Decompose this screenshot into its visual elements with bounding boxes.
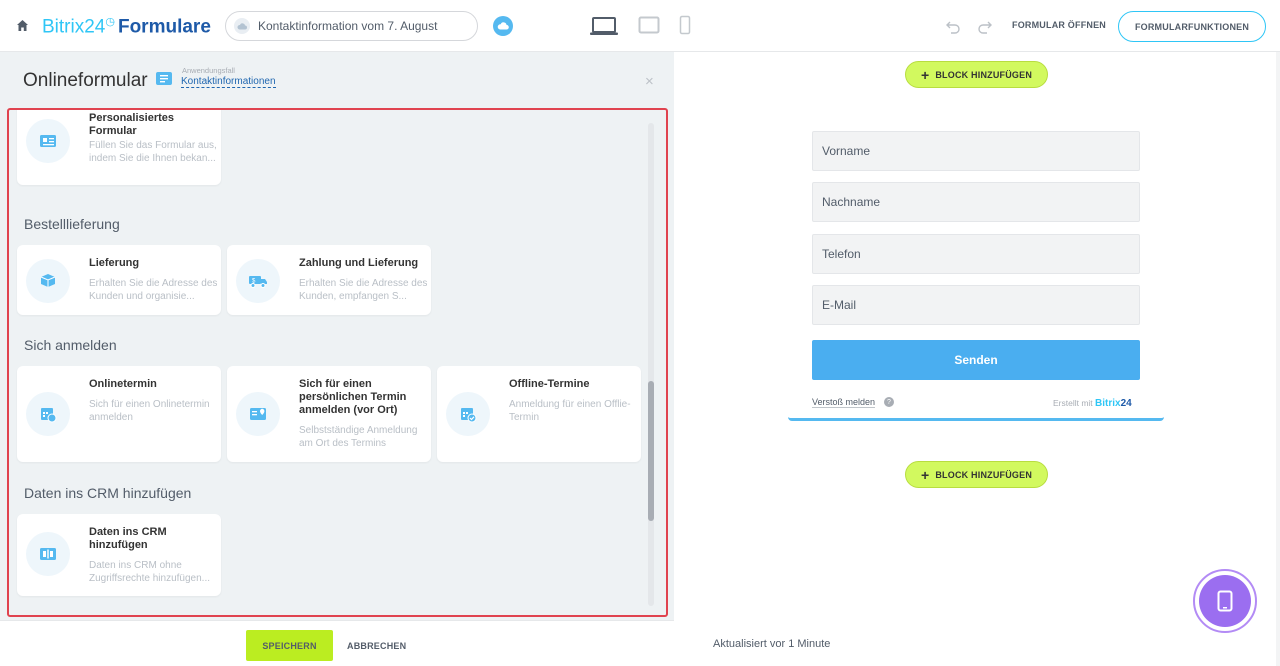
save-button[interactable]: SPEICHERN [246, 630, 333, 661]
card-description: Erhalten Sie die Adresse des Kunden, emp… [299, 278, 428, 302]
redo-icon[interactable] [977, 18, 993, 34]
add-block-button-top[interactable]: + BLOCK HINZUFÜGEN [905, 61, 1048, 88]
section-crm: Daten ins CRM hinzufügen [24, 485, 192, 501]
form-bottom-border [788, 417, 1164, 421]
home-icon[interactable] [16, 19, 29, 32]
card-description: Füllen Sie das Formular aus, indem Sie d… [89, 140, 217, 164]
phone-field[interactable]: Telefon [812, 234, 1140, 274]
crm-data-icon [26, 532, 70, 576]
block-card-crm-data[interactable]: Daten ins CRM hinzufügen Daten ins CRM o… [17, 514, 221, 596]
location-appointment-icon [236, 392, 280, 436]
card-title: Offline-Termine [509, 378, 590, 390]
card-title: Zahlung und Lieferung [299, 257, 419, 269]
delivery-box-icon [26, 259, 70, 303]
mobile-view-icon[interactable] [679, 15, 691, 35]
section-sign-up: Sich anmelden [24, 337, 117, 353]
block-card-delivery[interactable]: Lieferung Erhalten Sie die Adresse des K… [17, 245, 221, 315]
block-card-payment-delivery[interactable]: $ Zahlung und Lieferung Erhalten Sie die… [227, 245, 431, 315]
block-card-personal-appointment[interactable]: Sich für einen persönlichen Termin anmel… [227, 366, 431, 462]
scrollbar[interactable] [648, 123, 654, 606]
card-title: Sich für einen persönlichen Termin anmel… [299, 378, 407, 416]
mobile-preview-button[interactable] [1193, 569, 1257, 633]
undo-icon[interactable] [945, 18, 961, 34]
top-bar: Bitrix24◷ Formulare Kontaktinformation vo… [0, 0, 1280, 52]
card-description: Selbstständige Anmeldung am Ort des Term… [299, 425, 418, 449]
right-edge [1276, 52, 1280, 666]
card-description: Erhalten Sie die Adresse des Kunden und … [89, 278, 218, 302]
personal-form-icon [26, 119, 70, 163]
form-functions-button[interactable]: FORMULARFUNKTIONEN [1118, 11, 1266, 42]
first-name-field[interactable]: Vorname [812, 131, 1140, 171]
block-card-online-appointment[interactable]: Onlinetermin Sich für einen Onlinetermin… [17, 366, 221, 462]
card-title: Lieferung [89, 257, 140, 269]
usecase-label: Anwendungsfall [182, 66, 235, 75]
cancel-button[interactable]: ABBRECHEN [347, 641, 406, 651]
card-description: Sich für einen Onlinetermin anmelden [89, 399, 210, 423]
form-title-text: Kontaktinformation vom 7. August [258, 19, 438, 33]
block-library-panel: Onlineformular Anwendungsfall Kontaktinf… [0, 52, 674, 620]
form-icon [156, 72, 172, 85]
plus-icon: + [920, 466, 930, 483]
card-title: Onlinetermin [89, 378, 157, 390]
block-card-offline-appointment[interactable]: Offline-Termine Anmeldung für einen Offl… [437, 366, 641, 462]
panel-title: Onlineformular [23, 70, 148, 91]
usecase-link[interactable]: Kontaktinformationen [181, 76, 276, 88]
last-name-field[interactable]: Nachname [812, 182, 1140, 222]
made-with-bitrix[interactable]: Erstellt mit Bitrix24 [1053, 398, 1132, 409]
add-block-button-bottom[interactable]: + BLOCK HINZUFÜGEN [905, 461, 1048, 488]
section-delivery: Bestelllieferung [24, 216, 120, 232]
send-button[interactable]: Senden [812, 340, 1140, 380]
calendar-online-icon [26, 392, 70, 436]
close-icon[interactable]: × [645, 73, 654, 90]
card-title: Daten ins CRM hinzufügen [89, 526, 167, 551]
plus-icon: + [920, 66, 930, 83]
app-logo[interactable]: Bitrix24◷ Formulare [42, 15, 211, 38]
tablet-view-icon[interactable] [638, 16, 660, 34]
scrollbar-thumb[interactable] [648, 381, 654, 521]
help-icon[interactable]: ? [884, 397, 894, 407]
tablet-icon [1199, 575, 1251, 627]
calendar-check-icon [446, 392, 490, 436]
report-abuse-link[interactable]: Verstoß melden [812, 397, 876, 408]
card-description: Anmeldung für einen Offlie-Termin [509, 399, 631, 423]
delivery-truck-icon: $ [236, 259, 280, 303]
block-list-scroll[interactable]: Personalisiertes Formular Füllen Sie das… [7, 108, 668, 617]
desktop-view-icon[interactable] [589, 16, 619, 36]
cloud-icon [234, 18, 250, 34]
card-title: Personalisiertes Formular [89, 112, 174, 137]
open-form-link[interactable]: FORMULAR ÖFFNEN [1012, 20, 1106, 30]
block-card-personalized-form[interactable]: Personalisiertes Formular Füllen Sie das… [17, 110, 221, 185]
form-title-field[interactable]: Kontaktinformation vom 7. August [225, 11, 478, 41]
last-updated-text: Aktualisiert vor 1 Minute [713, 638, 831, 650]
panel-footer [0, 620, 674, 666]
card-description: Daten ins CRM ohne Zugriffsrechte hinzuf… [89, 560, 210, 584]
cloud-save-icon[interactable] [493, 16, 513, 36]
email-field[interactable]: E-Mail [812, 285, 1140, 325]
